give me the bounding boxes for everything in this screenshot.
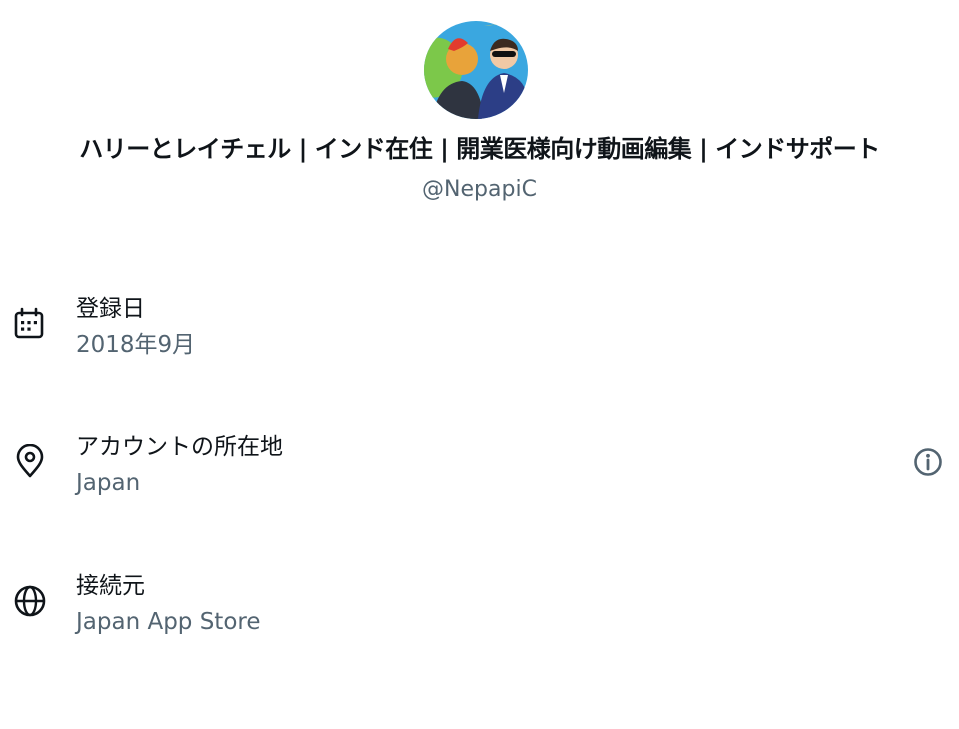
connected-via-label: 接続元 [76,573,145,599]
info-icon[interactable] [910,444,946,480]
user-handle[interactable]: @NepapiC [0,175,959,205]
about-row-connected-via: 接続元 Japan App Store [0,570,959,650]
about-row-location: アカウントの所在地 Japan [0,431,959,511]
location-label: アカウントの所在地 [76,434,283,460]
about-row-joined: 登録日 2018年9月 [0,293,959,373]
connected-via-value: Japan App Store [76,609,261,635]
globe-icon [12,583,48,619]
location-value: Japan [76,470,141,496]
calendar-icon [12,306,48,342]
joined-label: 登録日 [76,296,145,322]
joined-value: 2018年9月 [76,332,196,358]
location-pin-icon [12,444,48,480]
profile-avatar[interactable] [424,21,528,119]
display-name: ハリーとレイチェル | インド在住 | 開業医様向け動画編集 | インドサポート [79,135,880,163]
avatar-image [424,21,528,119]
